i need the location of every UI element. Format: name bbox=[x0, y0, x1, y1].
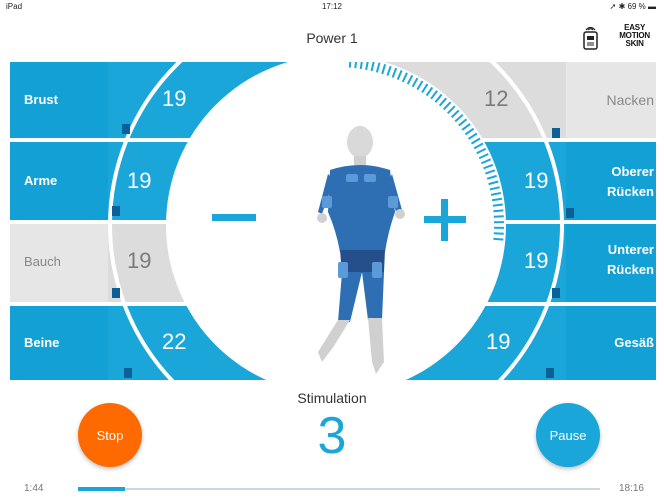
muscle-row-brust[interactable]: Brust bbox=[24, 92, 58, 107]
value-bauch[interactable]: 19 bbox=[127, 248, 151, 274]
value-beine[interactable]: 22 bbox=[162, 329, 186, 355]
brand-logo: EASY MOTION SKIN bbox=[619, 23, 650, 48]
muscle-row-oberer-ruecken[interactable]: Oberer Rücken bbox=[607, 162, 654, 202]
intensity-tick bbox=[493, 215, 504, 218]
muscle-row-arme[interactable]: Arme bbox=[24, 173, 57, 188]
intensity-tick bbox=[348, 62, 352, 68]
muscle-row-nacken[interactable]: Nacken bbox=[607, 92, 654, 108]
intensity-tick bbox=[354, 62, 358, 69]
stop-button[interactable]: Stop bbox=[78, 403, 142, 467]
session-controls: Stimulation 3 Stop Pause 1:44 18:16 bbox=[0, 380, 664, 502]
muscle-row-bauch[interactable]: Bauch bbox=[24, 254, 61, 269]
page-title: Power 1 bbox=[306, 30, 358, 46]
intensity-tick bbox=[492, 203, 503, 207]
device-icon[interactable] bbox=[580, 24, 600, 50]
value-brust[interactable]: 19 bbox=[162, 86, 186, 112]
muscle-panel: Brust 19 Arme 19 Bauch 19 Beine 22 Nacke… bbox=[0, 62, 664, 380]
minus-button[interactable] bbox=[212, 214, 256, 221]
status-time: 17:12 bbox=[321, 2, 343, 11]
value-arme[interactable]: 19 bbox=[127, 168, 151, 194]
pause-button[interactable]: Pause bbox=[536, 403, 600, 467]
muscle-row-gesaess[interactable]: Gesäß bbox=[614, 335, 654, 350]
value-unterer-ruecken[interactable]: 19 bbox=[524, 248, 548, 274]
muscle-row-beine[interactable]: Beine bbox=[24, 335, 59, 350]
header: Power 1 EASY MOTION SKIN bbox=[0, 14, 664, 62]
elapsed-time: 1:44 bbox=[24, 483, 44, 494]
muscle-row-unterer-ruecken[interactable]: Unterer Rücken bbox=[607, 240, 654, 280]
intensity-tick bbox=[493, 232, 504, 235]
battery-status: ➚ ✱ 69 % ▬ bbox=[609, 2, 656, 11]
status-bar: iPad 17:12 ➚ ✱ 69 % ▬ bbox=[0, 0, 664, 14]
muscle-graphic bbox=[10, 62, 656, 380]
total-time: 18:16 bbox=[618, 483, 644, 494]
battery-percent: 69 % bbox=[627, 2, 646, 11]
progress-fill bbox=[78, 487, 125, 491]
progress-bar bbox=[78, 487, 600, 491]
value-oberer-ruecken[interactable]: 19 bbox=[524, 168, 548, 194]
intensity-tick bbox=[493, 209, 504, 213]
value-nacken[interactable]: 12 bbox=[484, 86, 508, 112]
intensity-tick bbox=[493, 237, 504, 241]
value-gesaess[interactable]: 19 bbox=[486, 329, 510, 355]
